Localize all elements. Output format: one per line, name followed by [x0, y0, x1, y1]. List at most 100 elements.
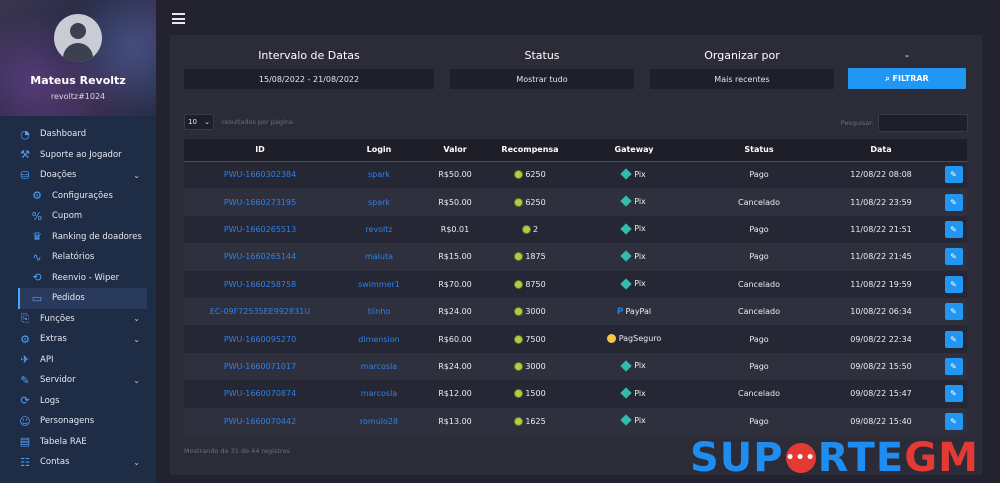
value-cell: R$12.00	[422, 380, 488, 408]
sidebar-nav: ◔ Dashboard ⚒ Suporte ao Jogador ⛁ Doações ⌄ ⚙ C…	[0, 124, 156, 473]
coin-icon	[514, 197, 524, 207]
sidebar-item-contas[interactable]: ☷ Contas ⌄	[0, 452, 156, 473]
orders-card: Intervalo de Datas 15/08/2022 - 21/08/20…	[170, 35, 982, 475]
column-header[interactable]: Gateway	[572, 139, 696, 162]
login-link[interactable]: spark	[336, 161, 422, 189]
page-length-select[interactable]: 10 ⌄	[184, 114, 214, 130]
sidebar-item-logs[interactable]: ⟳ Logs	[0, 391, 156, 412]
value-cell: R$50.00	[422, 161, 488, 189]
edit-button[interactable]: ✎	[944, 220, 963, 238]
suportegm-watermark: SUP ••• RTE GM	[690, 435, 979, 481]
gateway: Pix	[620, 414, 646, 427]
nav-icon: ☷	[20, 455, 30, 469]
order-id-link[interactable]: PWU-1660265144	[184, 243, 336, 271]
date-range-input[interactable]: 15/08/2022 - 21/08/2022	[184, 69, 434, 89]
sidebar-item-funcoes[interactable]: ⎘ Funções ⌄	[0, 309, 156, 330]
sidebar-item-suporte-ao-jogador[interactable]: ⚒ Suporte ao Jogador	[0, 145, 156, 166]
sidebar-item-relatorios[interactable]: ∿ Relatórios	[0, 247, 156, 268]
sidebar-item-label: Ranking de doadores	[52, 231, 142, 242]
edit-button[interactable]: ✎	[944, 385, 963, 403]
nav-icon: ▤	[19, 435, 31, 449]
actions-cell: ✎	[940, 270, 967, 298]
actions-cell: ✎	[940, 188, 967, 216]
order-id-link[interactable]: EC-09F72535EE992831U	[184, 297, 336, 326]
date-cell: 10/08/22 06:34	[822, 297, 940, 326]
search-input[interactable]	[878, 114, 968, 132]
edit-icon: ✎	[950, 389, 957, 399]
order-id-link[interactable]: PWU-1660265513	[184, 215, 336, 244]
edit-button[interactable]: ✎	[944, 412, 963, 430]
edit-icon: ✎	[950, 170, 957, 180]
column-header-actions	[940, 139, 967, 162]
date-cell: 09/08/22 15:40	[822, 407, 940, 435]
value-cell: R$60.00	[422, 325, 488, 353]
column-header[interactable]: Status	[696, 139, 822, 162]
column-header[interactable]: Valor	[422, 139, 488, 162]
order-id-link[interactable]: PWU-1660070442	[184, 407, 336, 435]
sidebar-item-label: Extras	[40, 334, 67, 345]
login-link[interactable]: spark	[336, 188, 422, 216]
login-link[interactable]: swimmer1	[336, 270, 422, 298]
sidebar-item-api[interactable]: ✈ API	[0, 350, 156, 371]
date-filter-label: Intervalo de Datas	[258, 49, 360, 62]
watermark-part-1: SUP	[690, 435, 784, 481]
sidebar-item-servidor[interactable]: ✎ Servidor ⌄	[0, 370, 156, 391]
login-link[interactable]: marcosla	[336, 380, 422, 408]
gateway: Pix	[620, 277, 646, 290]
reward-value: 1875	[525, 252, 546, 262]
edit-icon: ✎	[950, 361, 957, 371]
order-id-link[interactable]: PWU-1660258758	[184, 270, 336, 298]
sidebar-item-pedidos[interactable]: ▭ Pedidos	[18, 288, 147, 309]
login-link[interactable]: dimension	[336, 325, 422, 353]
reward-cell: 8750	[488, 270, 572, 298]
sidebar-item-configuracoes[interactable]: ⚙ Configurações	[0, 186, 156, 207]
login-link[interactable]: romulo28	[336, 407, 422, 435]
login-link[interactable]: revoltz	[336, 215, 422, 244]
column-header[interactable]: ID	[184, 139, 336, 162]
login-link[interactable]: marcosla	[336, 352, 422, 381]
edit-button[interactable]: ✎	[944, 248, 963, 266]
filter-button[interactable]: ⌕ FILTRAR	[848, 68, 966, 89]
edit-button[interactable]: ✎	[944, 193, 963, 211]
order-id-link[interactable]: PWU-1660070874	[184, 380, 336, 408]
column-header[interactable]: Recompensa	[488, 139, 572, 162]
edit-button[interactable]: ✎	[944, 275, 963, 293]
reward-value: 3000	[525, 361, 546, 371]
order-id-link[interactable]: PWU-1660273195	[184, 188, 336, 216]
edit-button[interactable]: ✎	[944, 330, 963, 348]
sidebar-item-doacoes[interactable]: ⛁ Doações ⌄	[0, 165, 156, 186]
sidebar-item-dashboard[interactable]: ◔ Dashboard	[0, 124, 156, 145]
order-id-link[interactable]: PWU-1660302384	[184, 161, 336, 189]
sidebar-item-ranking-de-doadores[interactable]: ♛ Ranking de doadores	[0, 227, 156, 248]
order-filter-label: Organizar por	[704, 49, 780, 62]
pix-icon	[620, 168, 632, 180]
reward-cell: 7500	[488, 325, 572, 353]
column-header[interactable]: Data	[822, 139, 940, 162]
column-header[interactable]: Login	[336, 139, 422, 162]
sidebar-item-reenvio-wiper[interactable]: ⟲ Reenvio - Wiper	[0, 268, 156, 289]
status-select[interactable]: Mostrar tudo	[450, 69, 634, 89]
nav-icon: ▭	[31, 291, 43, 305]
avatar-head-icon	[70, 23, 86, 39]
reward-cell: 6250	[488, 161, 572, 189]
edit-button[interactable]: ✎	[944, 303, 963, 321]
edit-icon: ✎	[950, 279, 957, 289]
watermark-part-2: RTE	[817, 435, 905, 481]
sidebar-item-tabela-rae[interactable]: ▤ Tabela RAE	[0, 432, 156, 453]
avatar[interactable]	[54, 14, 102, 62]
gateway-name: Pix	[634, 169, 646, 179]
menu-toggle-icon[interactable]	[172, 13, 185, 24]
edit-button[interactable]: ✎	[944, 357, 963, 375]
order-select[interactable]: Mais recentes	[650, 69, 834, 89]
sidebar-item-cupom[interactable]: % Cupom	[0, 206, 156, 227]
actions-cell: ✎	[940, 407, 967, 435]
sidebar-item-personagens[interactable]: ☺ Personagens	[0, 411, 156, 432]
login-link[interactable]: maluta	[336, 243, 422, 271]
chevron-down-icon: ⌄	[133, 375, 140, 385]
order-id-link[interactable]: PWU-1660095270	[184, 325, 336, 353]
sidebar-item-extras[interactable]: ⚙ Extras ⌄	[0, 329, 156, 350]
login-link[interactable]: tiinho	[336, 297, 422, 326]
date-cell: 11/08/22 21:45	[822, 243, 940, 271]
order-id-link[interactable]: PWU-1660071017	[184, 352, 336, 381]
edit-button[interactable]: ✎	[944, 166, 963, 184]
